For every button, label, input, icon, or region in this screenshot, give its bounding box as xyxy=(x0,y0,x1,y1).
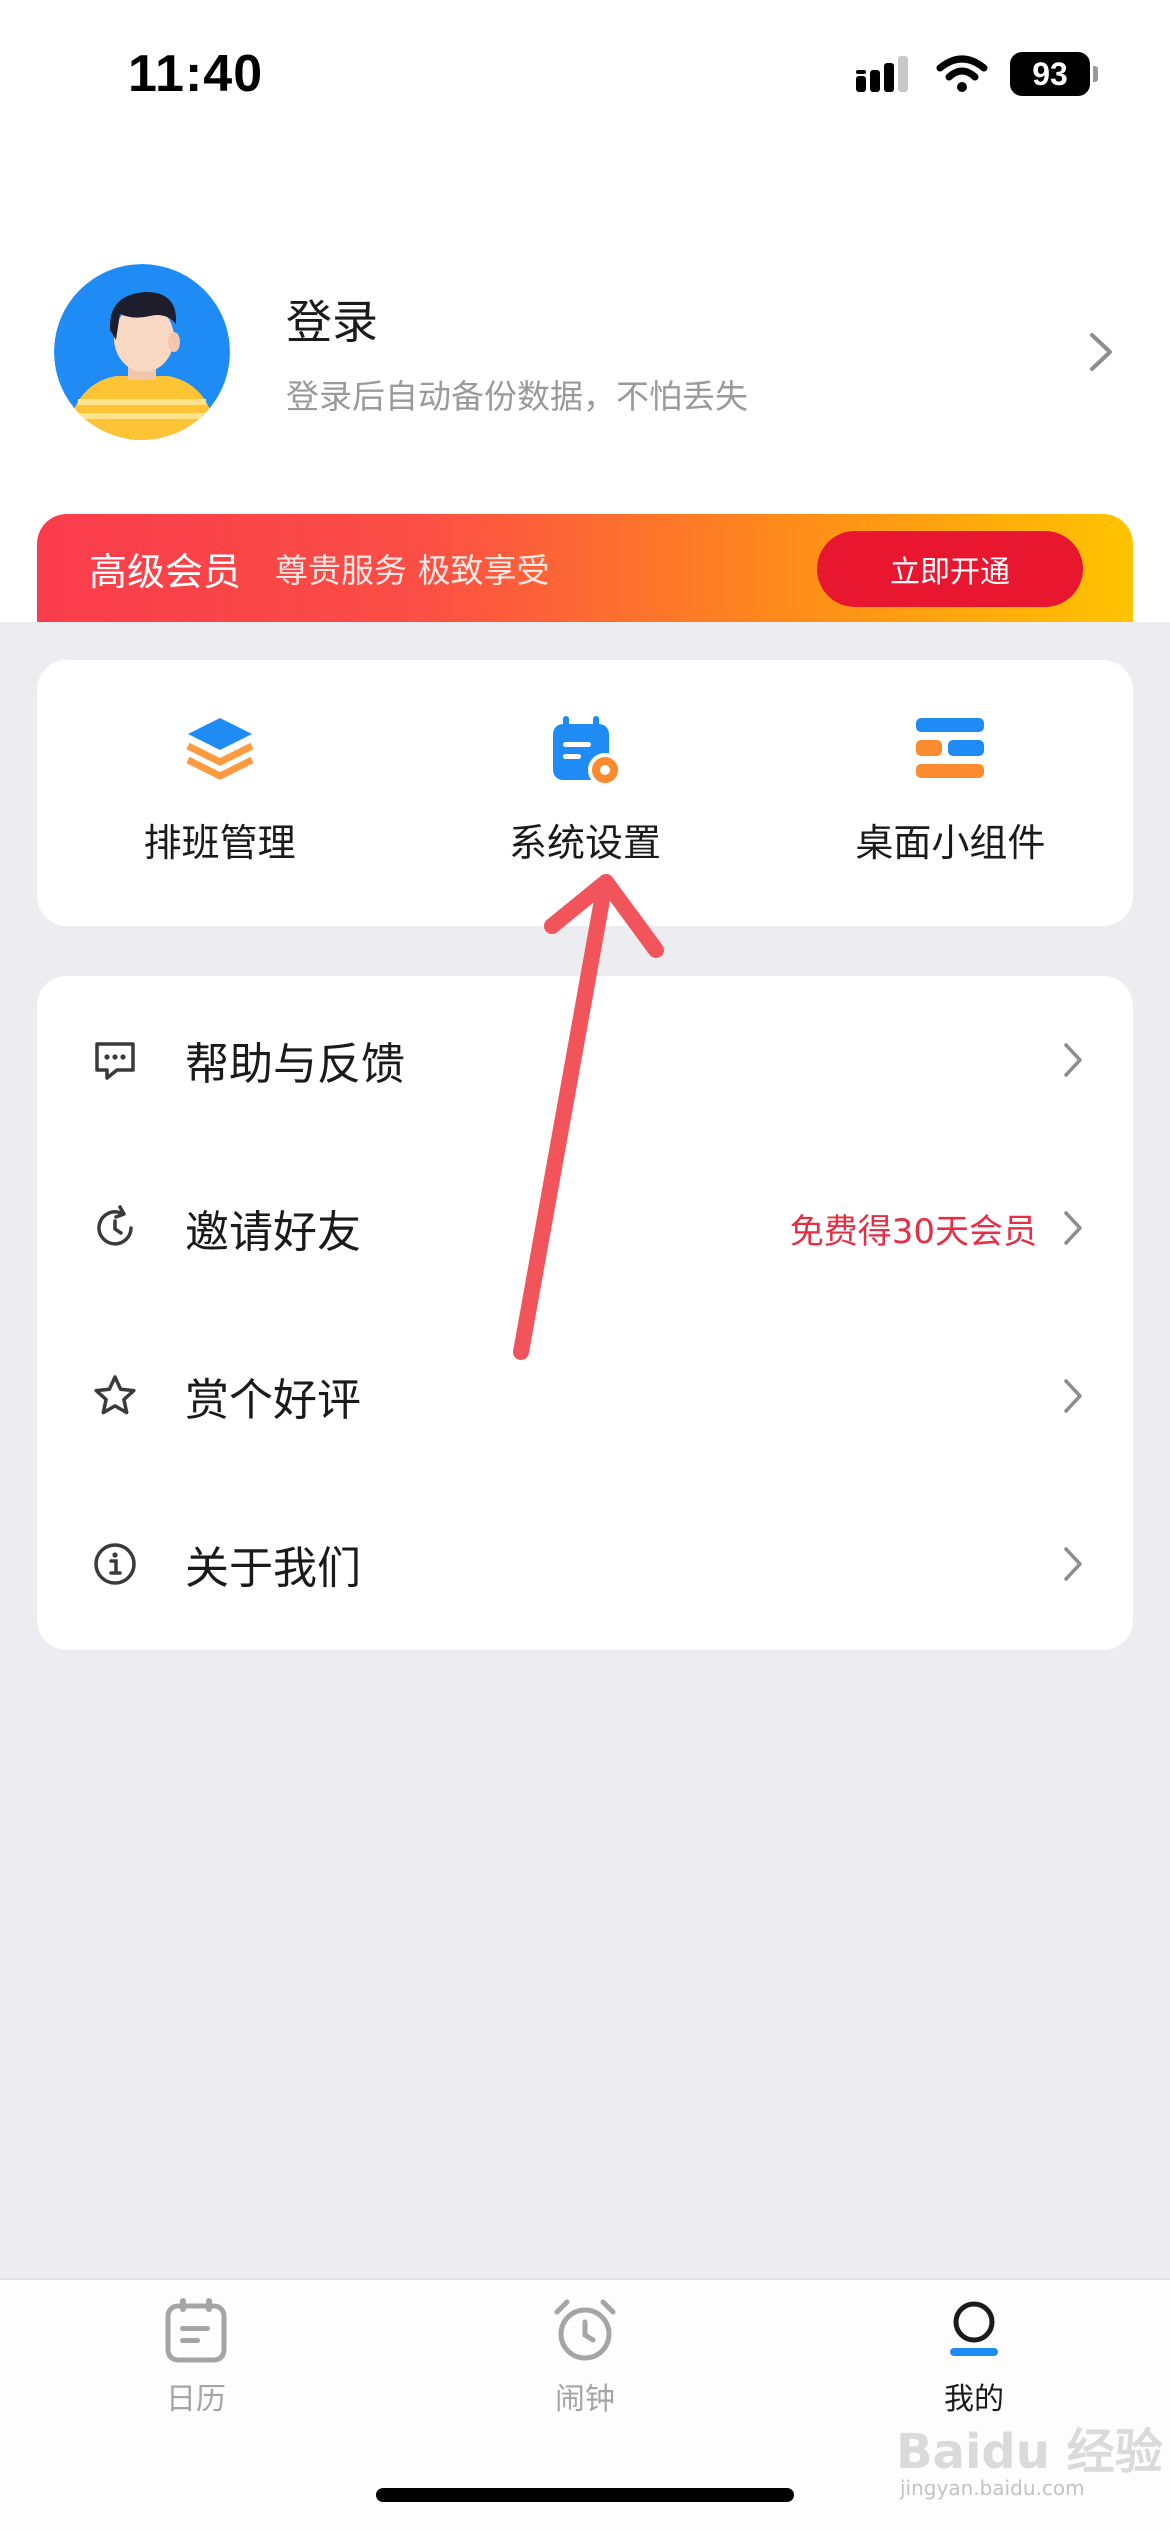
info-icon xyxy=(94,1543,136,1585)
menu-item-about-us[interactable]: 关于我们 xyxy=(37,1480,1133,1648)
menu-item-help-feedback[interactable]: 帮助与反馈 xyxy=(37,976,1133,1144)
vip-banner[interactable]: 高级会员 尊贵服务 极致享受 立即开通 xyxy=(37,514,1133,622)
vip-description: 尊贵服务 极致享受 xyxy=(275,551,550,590)
chevron-right-icon xyxy=(1064,1379,1082,1413)
avatar-illustration xyxy=(54,264,230,440)
chevron-right-icon xyxy=(1064,1211,1082,1245)
battery-indicator: 93 xyxy=(1010,52,1098,96)
profile-page: 11:40 93 登录 登录后自动备份数据，不怕丢失 高级会员 尊贵服务 极致享… xyxy=(0,0,1170,2532)
status-indicators: 93 xyxy=(854,52,1098,96)
refresh-icon xyxy=(97,1205,133,1246)
promo-text: 免费得30天会员 xyxy=(789,1211,1037,1252)
quick-actions-card: 排班管理 系统设置 桌面小组件 xyxy=(37,660,1133,926)
login-title[interactable]: 登录 xyxy=(286,286,1086,352)
grid-label: 排班管理 xyxy=(143,821,296,865)
activate-vip-button[interactable]: 立即开通 xyxy=(817,531,1083,607)
status-time: 11:40 xyxy=(128,45,264,103)
tab-me[interactable]: 我的 xyxy=(874,2294,1074,2418)
layers-icon xyxy=(186,718,254,780)
watermark: Baidu 经验 xyxy=(896,2424,1163,2480)
grid-label: 桌面小组件 xyxy=(855,821,1046,865)
battery-tip xyxy=(1093,66,1098,82)
user-icon xyxy=(950,2301,998,2356)
home-indicator[interactable] xyxy=(376,2488,794,2502)
menu-label: 帮助与反馈 xyxy=(185,1039,405,1090)
cellular-signal-icon xyxy=(856,56,908,92)
wifi-icon xyxy=(936,55,988,92)
tab-alarm[interactable]: 闹钟 xyxy=(485,2294,685,2418)
grid-label: 系统设置 xyxy=(508,821,661,865)
status-bar: 11:40 93 xyxy=(0,0,1170,150)
vip-title: 高级会员 xyxy=(89,549,242,594)
chevron-right-icon xyxy=(1090,333,1112,371)
chevron-right-icon xyxy=(1064,1043,1082,1077)
grid-item-shift-management[interactable]: 排班管理 xyxy=(37,660,402,926)
tab-label: 日历 xyxy=(166,2382,226,2417)
calendar-settings-icon xyxy=(552,716,622,787)
menu-label: 邀请好友 xyxy=(185,1207,361,1258)
grid-item-system-settings[interactable]: 系统设置 xyxy=(402,660,767,926)
login-subtitle: 登录后自动备份数据，不怕丢失 xyxy=(286,377,748,416)
chat-bubble-icon xyxy=(95,1042,135,1080)
grid-item-desktop-widget[interactable]: 桌面小组件 xyxy=(768,660,1133,926)
login-row[interactable]: 登录 登录后自动备份数据，不怕丢失 xyxy=(54,262,1116,442)
widget-icon xyxy=(916,718,985,778)
watermark-url: jingyan.baidu.com xyxy=(900,2476,1085,2500)
chevron-right-icon xyxy=(1064,1547,1082,1581)
calendar-icon xyxy=(165,2298,227,2363)
menu-item-rate-app[interactable]: 赏个好评 xyxy=(37,1312,1133,1480)
menu-item-invite-friends[interactable]: 邀请好友 免费得30天会员 xyxy=(37,1144,1133,1312)
login-text: 登录 登录后自动备份数据，不怕丢失 xyxy=(286,286,1086,418)
avatar[interactable] xyxy=(54,264,230,440)
star-icon xyxy=(94,1375,136,1415)
alarm-clock-icon xyxy=(554,2299,616,2361)
tab-label: 闹钟 xyxy=(555,2382,615,2417)
menu-label: 赏个好评 xyxy=(185,1375,361,1426)
tab-calendar[interactable]: 日历 xyxy=(96,2294,296,2418)
battery-level: 93 xyxy=(1032,55,1068,92)
menu-list: 帮助与反馈 邀请好友 免费得30天会员 赏个好评 关于我们 xyxy=(37,976,1133,1650)
menu-label: 关于我们 xyxy=(185,1543,361,1594)
